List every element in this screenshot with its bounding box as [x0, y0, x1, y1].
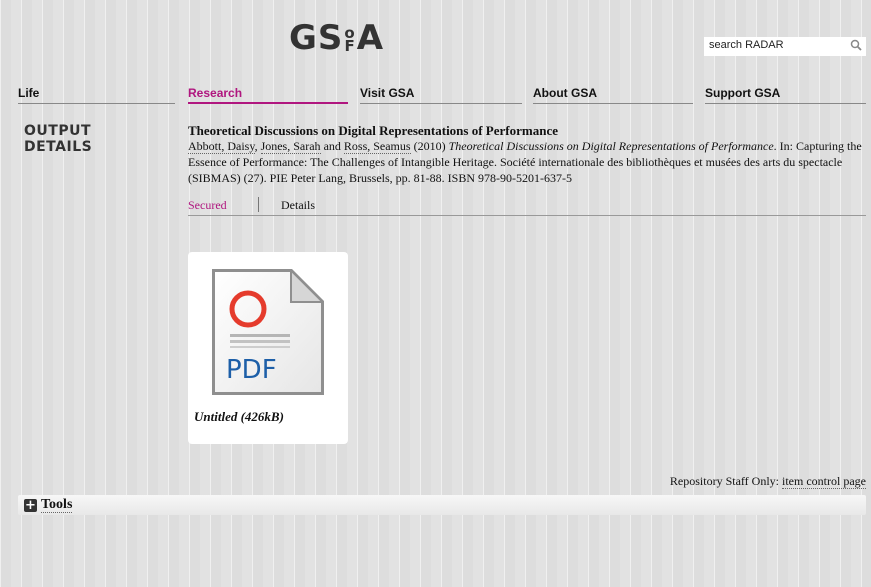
- output-tabs: Secured Details: [188, 197, 866, 216]
- tools-bar[interactable]: + Tools: [18, 495, 866, 515]
- repository-staff-line: Repository Staff Only: item control page: [670, 474, 866, 489]
- author-link-ross[interactable]: Ross, Seamus: [343, 139, 411, 154]
- tab-secured[interactable]: Secured: [188, 198, 227, 213]
- output-title: Theoretical Discussions on Digital Repre…: [188, 123, 558, 138]
- tools-label[interactable]: Tools: [41, 497, 73, 513]
- document-name[interactable]: Untitled (426kB): [194, 409, 284, 425]
- citation: Abbott, Daisy, Jones, Sarah and Ross, Se…: [188, 138, 868, 186]
- nav-research[interactable]: Research: [188, 86, 348, 104]
- nav-support-gsa[interactable]: Support GSA: [705, 86, 866, 104]
- search-box: [704, 37, 866, 56]
- plus-icon[interactable]: +: [24, 499, 37, 512]
- author-link-abbott[interactable]: Abbott, Daisy: [188, 139, 255, 154]
- tab-separator: [258, 197, 259, 212]
- pdf-icon-label: PDF: [226, 355, 277, 385]
- nav-visit-gsa[interactable]: Visit GSA: [360, 86, 522, 104]
- staff-prefix: Repository Staff Only:: [669, 474, 783, 488]
- section-title: OUTPUT DETAILS: [24, 123, 134, 155]
- citation-italic-title: Theoretical Discussions on Digital Repre…: [448, 139, 774, 153]
- logo-text-small: oF: [344, 25, 356, 55]
- citation-year: (2010): [410, 139, 449, 153]
- section-title-line2: DETAILS: [24, 139, 93, 155]
- logo-text-left: GS: [289, 18, 344, 58]
- item-control-page-link[interactable]: item control page: [782, 474, 866, 489]
- pdf-file-icon[interactable]: PDF: [206, 267, 330, 401]
- output-details: Theoretical Discussions on Digital Repre…: [188, 123, 868, 216]
- nav-about-gsa[interactable]: About GSA: [533, 86, 693, 104]
- author-link-jones[interactable]: Jones, Sarah: [260, 139, 321, 154]
- logo-small-bottom: F: [344, 36, 356, 55]
- logo-text-right: A: [356, 18, 385, 58]
- section-title-line1: OUTPUT: [24, 123, 91, 139]
- document-card[interactable]: PDF Untitled (426kB): [188, 252, 348, 444]
- tab-details[interactable]: Details: [281, 198, 315, 213]
- search-input[interactable]: [709, 39, 839, 51]
- nav-life[interactable]: Life: [18, 86, 175, 104]
- gsa-logo[interactable]: GSo FA: [289, 20, 384, 56]
- author-separator: and: [320, 139, 344, 153]
- search-icon[interactable]: [850, 39, 862, 51]
- author-separator: ,: [254, 139, 261, 153]
